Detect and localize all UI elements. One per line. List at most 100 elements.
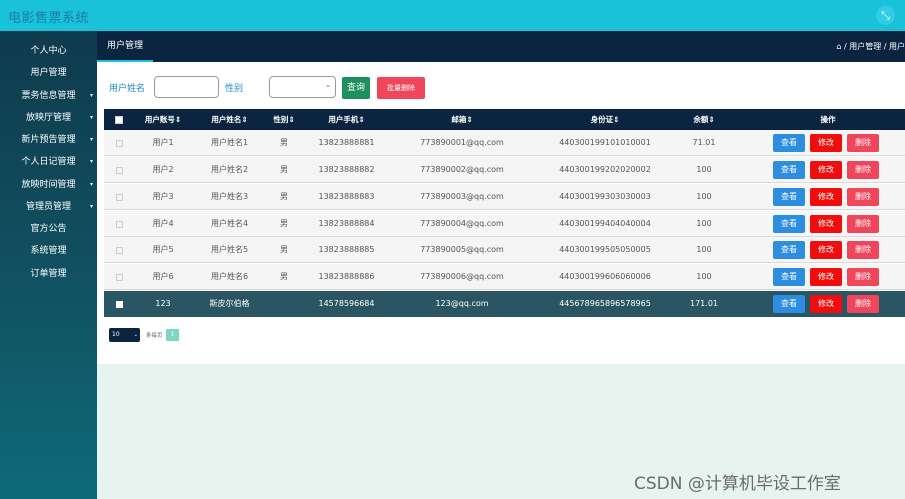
view-button[interactable]: 查看 [773, 161, 805, 179]
view-button[interactable]: 查看 [773, 134, 805, 152]
cell-name: 用户姓名4 [210, 219, 249, 228]
edit-button[interactable]: 修改 [810, 188, 842, 206]
column-header-gender[interactable]: 性别⇕ [267, 109, 301, 130]
row-checkbox[interactable] [116, 194, 123, 201]
delete-button[interactable]: 删除 [847, 268, 879, 286]
cell-email: 773890002@qq.com [420, 165, 504, 174]
breadcrumb: ⌂ / 用户管理 / 用户 [836, 42, 905, 51]
column-header-name[interactable]: 用户姓名⇕ [202, 109, 257, 130]
row-checkbox[interactable] [116, 247, 123, 254]
cell-gender: 男 [280, 245, 288, 254]
view-button[interactable]: 查看 [773, 188, 805, 206]
sidebar-item-label: 个人日记管理 [21, 157, 76, 167]
view-button[interactable]: 查看 [773, 241, 805, 259]
cell-account: 用户1 [152, 138, 174, 147]
column-header-id-card[interactable]: 身份证⇕ [529, 109, 681, 130]
cell-id-card: 445678965896578965 [559, 299, 651, 308]
cell-name: 用户姓名1 [210, 138, 249, 147]
row-checkbox[interactable] [116, 301, 123, 308]
chevron-down-icon: ⌄ [325, 81, 331, 89]
column-header-email[interactable]: 邮箱⇕ [404, 109, 520, 130]
delete-button[interactable]: 删除 [847, 161, 879, 179]
select-all-checkbox[interactable] [115, 116, 123, 124]
edit-button[interactable]: 修改 [810, 215, 842, 233]
cell-gender: 男 [280, 138, 288, 147]
query-button[interactable]: 查询 [342, 77, 370, 99]
row-checkbox[interactable] [116, 140, 123, 147]
delete-button[interactable]: 删除 [847, 134, 879, 152]
chevron-down-icon: ▾ [89, 203, 93, 210]
cell-account: 用户5 [152, 245, 174, 254]
cell-balance: 100 [696, 272, 712, 281]
view-button[interactable]: 查看 [773, 268, 805, 286]
cell-balance: 100 [696, 192, 712, 201]
sidebar-item-label: 放映厅管理 [25, 113, 71, 123]
edit-button[interactable]: 修改 [810, 268, 842, 286]
delete-button[interactable]: 删除 [847, 295, 879, 313]
sidebar-item-label: 个人中心 [30, 46, 67, 56]
cell-id-card: 440300199404040004 [559, 219, 651, 228]
watermark: CSDN @计算机毕设工作室 [634, 474, 841, 494]
page-size-value: 10 [112, 331, 120, 338]
app-title: 电影售票系统 [8, 11, 90, 26]
cell-email: 773890005@qq.com [420, 245, 504, 254]
name-filter-input[interactable] [154, 76, 219, 98]
cell-balance: 100 [696, 245, 712, 254]
sidebar-item-ticket-management[interactable]: 票务信息管理 ▾ [0, 86, 97, 106]
cell-id-card: 440300199101010001 [559, 138, 651, 147]
sidebar-item-showtime-management[interactable]: 放映时间管理 ▾ [0, 175, 97, 195]
edit-button[interactable]: 修改 [810, 241, 842, 259]
sidebar-item-system-management[interactable]: 系统管理 [0, 241, 97, 261]
sidebar-item-diary-management[interactable]: 个人日记管理 ▾ [0, 152, 97, 172]
cell-id-card: 440300199606060006 [559, 272, 651, 281]
delete-button[interactable]: 删除 [847, 188, 879, 206]
edit-button[interactable]: 修改 [810, 134, 842, 152]
cell-id-card: 440300199202020002 [559, 165, 651, 174]
column-header-account[interactable]: 用户账号⇕ [139, 109, 187, 130]
cell-phone: 13823888884 [318, 219, 375, 228]
cell-name: 用户姓名5 [210, 245, 249, 254]
edit-button[interactable]: 修改 [810, 295, 842, 313]
column-header-phone[interactable]: 用户手机⇕ [314, 109, 379, 130]
sidebar-item-user-management[interactable]: 用户管理 [0, 63, 97, 83]
cell-balance: 71.01 [692, 138, 716, 147]
sidebar-item-label: 订单管理 [30, 269, 67, 279]
row-checkbox[interactable] [116, 167, 123, 174]
gender-filter-label: 性别 [225, 84, 244, 94]
tab-user-management[interactable]: 用户管理 [97, 31, 154, 62]
sidebar-item-label: 系统管理 [30, 246, 67, 256]
row-checkbox[interactable] [116, 274, 123, 281]
cell-account: 用户4 [152, 219, 174, 228]
cell-email: 773890004@qq.com [420, 219, 504, 228]
column-header-balance[interactable]: 余额⇕ [682, 109, 726, 130]
view-button[interactable]: 查看 [773, 295, 805, 313]
row-checkbox[interactable] [116, 221, 123, 228]
sidebar-item-label: 票务信息管理 [21, 91, 76, 101]
cell-phone: 14578596684 [318, 299, 375, 308]
page-number-button[interactable]: 1 [166, 329, 179, 341]
cell-phone: 13823888883 [318, 192, 375, 201]
edit-button[interactable]: 修改 [810, 161, 842, 179]
delete-button[interactable]: 删除 [847, 241, 879, 259]
batch-delete-button[interactable]: 批量删除 [377, 77, 425, 99]
sidebar-item-announcements[interactable]: 官方公告 [0, 219, 97, 239]
cell-account: 123 [155, 299, 171, 308]
sidebar-item-order-management[interactable]: 订单管理 [0, 264, 97, 284]
page-size-select[interactable]: 10 ⌄ [109, 328, 140, 342]
top-bar: 电影售票系统 ⤡ [0, 0, 905, 31]
sidebar-item-hall-management[interactable]: 放映厅管理 ▾ [0, 108, 97, 128]
view-button[interactable]: 查看 [773, 215, 805, 233]
table-row: 用户5 用户姓名5 男 13823888885 773890005@qq.com… [104, 237, 905, 263]
chevron-down-icon: ▾ [89, 92, 93, 99]
cell-account: 用户3 [152, 192, 174, 201]
cell-name: 用户姓名6 [210, 272, 249, 281]
fullscreen-icon[interactable]: ⤡ [876, 6, 895, 25]
cell-account: 用户6 [152, 272, 174, 281]
gender-filter-select[interactable]: ⌄ [269, 76, 336, 98]
sidebar-item-trailer-management[interactable]: 新片预告管理 ▾ [0, 130, 97, 150]
sidebar-item-admin-management[interactable]: 管理员管理 ▾ [0, 197, 97, 217]
cell-gender: 男 [280, 165, 288, 174]
sidebar-item-personal-center[interactable]: 个人中心 [0, 41, 97, 61]
delete-button[interactable]: 删除 [847, 215, 879, 233]
cell-gender [267, 291, 301, 317]
